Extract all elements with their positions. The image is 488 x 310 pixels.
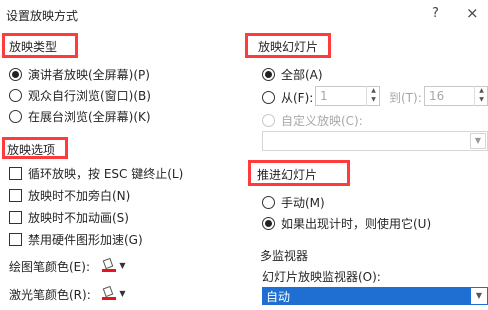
monitor-select[interactable]: 自动 <box>262 287 472 305</box>
spin-down-icon[interactable]: ▼ <box>367 95 380 104</box>
laser-color-swatch <box>102 297 117 300</box>
radio-all-slides-indicator[interactable] <box>262 68 275 81</box>
radio-use-timings[interactable]: 如果出现计时，则使用它(U) <box>262 215 431 232</box>
show-type-heading: 放映类型 <box>9 40 58 54</box>
radio-kiosk[interactable]: 在展台浏览(全屏幕)(K) <box>9 108 151 125</box>
checkbox-disable-hw-accel[interactable]: 禁用硬件图形加速(G) <box>9 231 143 248</box>
laser-color-button[interactable]: ▼ <box>96 283 132 303</box>
spin-down-icon[interactable]: ▼ <box>475 95 488 104</box>
to-slide-label: 到(T): <box>389 91 422 105</box>
spin-up-icon[interactable]: ▲ <box>475 86 488 95</box>
radio-manual-label: 手动(M) <box>281 196 325 210</box>
from-slide-spinner[interactable]: ▲ ▼ <box>366 86 380 106</box>
spin-up-icon[interactable]: ▲ <box>367 86 380 95</box>
show-options-heading: 放映选项 <box>7 143 56 157</box>
monitor-label: 幻灯片放映监视器(O): <box>262 270 381 284</box>
radio-audience-label: 观众自行浏览(窗口)(B) <box>28 89 151 103</box>
radio-audience-indicator[interactable] <box>9 89 22 102</box>
checkbox-disable-hw-accel-label: 禁用硬件图形加速(G) <box>28 233 143 247</box>
checkbox-no-narration[interactable]: 放映时不加旁白(N) <box>9 187 130 204</box>
checkbox-loop-label: 循环放映，按 ESC 键终止(L) <box>28 167 184 181</box>
radio-presenter-indicator[interactable] <box>9 68 22 81</box>
monitors-heading: 多监视器 <box>260 249 309 263</box>
checkbox-no-narration-label: 放映时不加旁白(N) <box>28 189 131 203</box>
chevron-down-icon[interactable]: ▼ <box>471 287 488 305</box>
radio-audience[interactable]: 观众自行浏览(窗口)(B) <box>9 87 151 104</box>
radio-use-timings-label: 如果出现计时，则使用它(U) <box>281 217 432 231</box>
from-slide-value: 1 <box>320 89 328 103</box>
chevron-down-icon: ▼ <box>119 288 126 298</box>
radio-custom-show-indicator[interactable] <box>262 114 275 127</box>
radio-all-slides[interactable]: 全部(A) <box>262 66 323 83</box>
laser-color-label: 激光笔颜色(R): <box>9 288 91 302</box>
radio-presenter-label: 演讲者放映(全屏幕)(P) <box>28 68 150 82</box>
radio-custom-show-label: 自定义放映(C): <box>281 114 363 128</box>
paint-bucket-icon <box>102 257 117 272</box>
radio-manual[interactable]: 手动(M) <box>262 194 325 211</box>
radio-from-slide-indicator[interactable] <box>262 91 275 104</box>
radio-all-slides-label: 全部(A) <box>281 68 323 82</box>
radio-kiosk-label: 在展台浏览(全屏幕)(K) <box>28 110 151 124</box>
radio-from-slide-label: 从(F): <box>281 91 314 105</box>
close-icon[interactable]: × <box>466 4 479 22</box>
checkbox-no-animation[interactable]: 放映时不加动画(S) <box>9 209 129 226</box>
advance-heading: 推进幻灯片 <box>257 168 318 182</box>
to-slide-spinner[interactable]: ▲ ▼ <box>474 86 488 106</box>
custom-show-select[interactable]: ▼ <box>262 131 488 151</box>
paint-bucket-icon <box>102 285 117 300</box>
chevron-down-icon: ▼ <box>119 260 126 270</box>
checkbox-disable-hw-accel-box[interactable] <box>9 233 22 246</box>
radio-kiosk-indicator[interactable] <box>9 110 22 123</box>
checkbox-no-animation-label: 放映时不加动画(S) <box>28 211 129 225</box>
chevron-down-icon[interactable]: ▼ <box>470 133 486 149</box>
checkbox-no-narration-box[interactable] <box>9 189 22 202</box>
pen-color-swatch <box>102 269 117 272</box>
checkbox-no-animation-box[interactable] <box>9 211 22 224</box>
radio-from-slide[interactable]: 从(F): <box>262 89 313 106</box>
help-icon[interactable]: ? <box>432 6 439 21</box>
pen-color-button[interactable]: ▼ <box>96 255 132 275</box>
slides-heading: 放映幻灯片 <box>258 40 319 54</box>
pen-color-label: 绘图笔颜色(E): <box>9 260 90 274</box>
checkbox-loop[interactable]: 循环放映，按 ESC 键终止(L) <box>9 165 183 182</box>
to-slide-value: 16 <box>429 89 445 103</box>
radio-presenter[interactable]: 演讲者放映(全屏幕)(P) <box>9 66 150 83</box>
radio-use-timings-indicator[interactable] <box>262 217 275 230</box>
radio-custom-show[interactable]: 自定义放映(C): <box>262 112 363 129</box>
checkbox-loop-box[interactable] <box>9 167 22 180</box>
dialog-title: 设置放映方式 <box>6 9 79 23</box>
radio-manual-indicator[interactable] <box>262 196 275 209</box>
